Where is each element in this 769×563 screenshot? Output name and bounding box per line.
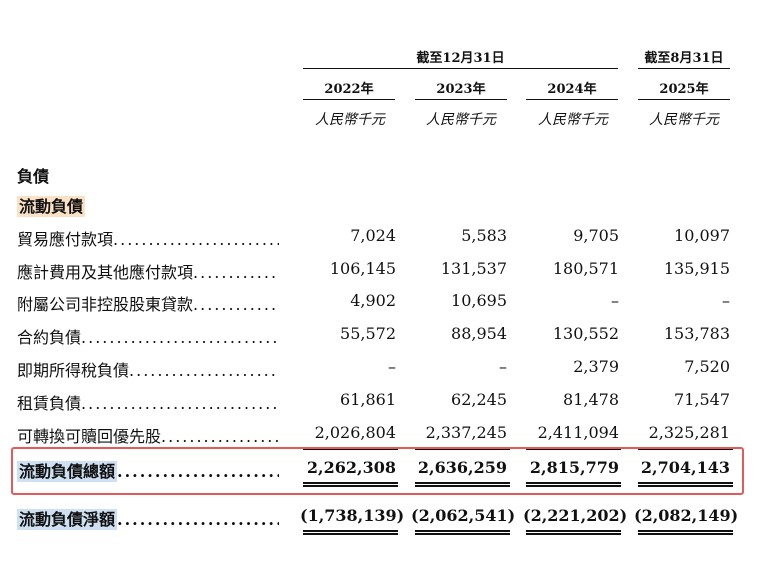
net-double-rule-2025 [638, 530, 733, 535]
row-label-text: 附屬公司非控股股東貸款 [17, 295, 194, 314]
unit-2023: 人民幣千元 [426, 112, 496, 128]
row-value: 130,552 [552, 324, 619, 343]
row-label: 可轉換可贖回優先股...............................… [17, 427, 279, 446]
year-2024: 2024年 [547, 82, 597, 97]
net-row-label: 流動負債淨額..................................… [17, 509, 279, 530]
row-value: 180,571 [552, 259, 619, 278]
row-value: 131,537 [440, 259, 507, 278]
net-double-rule-2022 [303, 530, 398, 535]
net-double-rule-2024 [526, 530, 621, 535]
row-value: 106,145 [329, 259, 396, 278]
row-value: 61,861 [340, 390, 396, 409]
row-value: – [499, 357, 507, 376]
row-value: 4,902 [350, 291, 396, 310]
row-value: – [611, 291, 619, 310]
row-value: – [722, 291, 730, 310]
row-label: 即期所得稅負債.................................… [17, 361, 279, 380]
row-value: 153,783 [663, 324, 730, 343]
year-rule-2024 [526, 99, 618, 100]
row-label-text: 即期所得稅負債 [17, 361, 130, 380]
period-header-aug: 截至8月31日 [644, 51, 724, 66]
row-value: 2,411,094 [537, 423, 619, 442]
row-value: 81,478 [563, 390, 619, 409]
year-rule-2023 [415, 99, 507, 100]
row-label: 附屬公司非控股股東貸款.............................… [17, 295, 279, 314]
row-value: 2,337,245 [425, 423, 507, 442]
row-label: 貿易應付款項..................................… [17, 230, 279, 249]
row-value: 10,097 [674, 226, 730, 245]
row-value: 71,547 [674, 390, 730, 409]
row-value: 2,026,804 [314, 423, 396, 442]
period-header-dec: 截至12月31日 [416, 51, 505, 66]
row-label: 應計費用及其他應付款項.............................… [17, 263, 279, 282]
year-2022: 2022年 [324, 82, 374, 97]
row-value: 2,325,281 [648, 423, 730, 442]
unit-2024: 人民幣千元 [538, 112, 608, 128]
row-value: 7,520 [684, 357, 730, 376]
row-label-text: 可轉換可贖回優先股 [17, 427, 162, 446]
net-double-rule-2023 [415, 530, 510, 535]
row-value: 9,705 [573, 226, 619, 245]
section-current-liabilities-label: 流動負債 [17, 196, 86, 217]
year-2023: 2023年 [436, 82, 486, 97]
net-2025: (2,082,149) [634, 506, 739, 525]
row-label-text: 合約負債 [17, 328, 82, 347]
period-rule-dec [303, 68, 618, 69]
row-value: 62,245 [451, 390, 507, 409]
section-current-liabilities: 流動負債 [17, 193, 86, 217]
row-label: 租賃負債....................................… [17, 394, 279, 413]
highlight-box [11, 447, 744, 495]
row-value: 55,572 [340, 324, 396, 343]
row-value: 88,954 [451, 324, 507, 343]
row-value: – [388, 357, 396, 376]
year-rule-2025 [638, 99, 730, 100]
row-value: 135,915 [663, 259, 730, 278]
row-label-text: 應計費用及其他應付款項 [17, 263, 194, 282]
net-2024: (2,221,202) [523, 506, 628, 525]
row-value: 5,583 [461, 226, 507, 245]
row-value: 2,379 [573, 357, 619, 376]
unit-2022: 人民幣千元 [315, 112, 385, 128]
row-label-text: 租賃負債 [17, 394, 82, 413]
row-value: 7,024 [350, 226, 396, 245]
net-2022: (1,738,139) [300, 506, 405, 525]
row-label: 合約負債....................................… [17, 328, 279, 347]
net-2023: (2,062,541) [411, 506, 516, 525]
net-label-text: 流動負債淨額 [17, 509, 118, 530]
year-rule-2022 [303, 99, 395, 100]
year-2025: 2025年 [659, 82, 709, 97]
unit-2025: 人民幣千元 [649, 112, 719, 128]
row-value: 10,695 [451, 291, 507, 310]
row-label-text: 貿易應付款項 [17, 230, 114, 249]
period-rule-aug [638, 68, 730, 69]
section-liabilities: 負債 [17, 167, 50, 186]
